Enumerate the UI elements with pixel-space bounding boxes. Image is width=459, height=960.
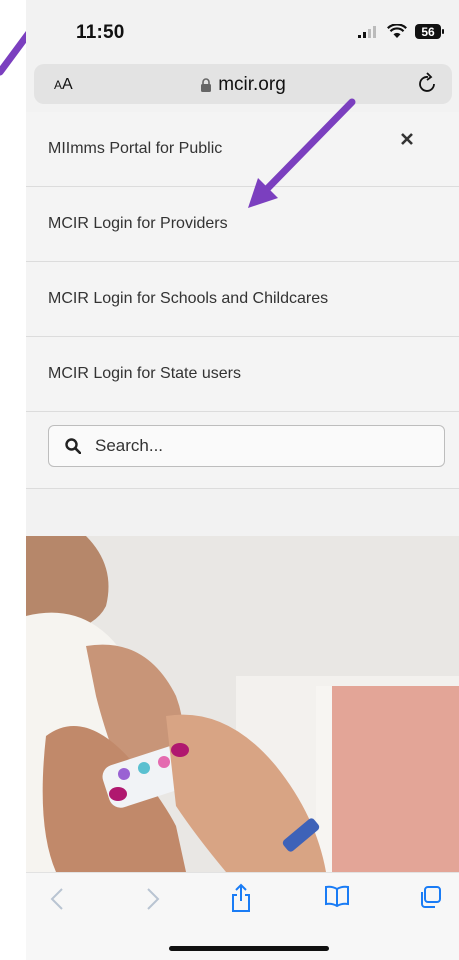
menu-item-label: MCIR Login for State users bbox=[48, 365, 241, 382]
menu-item-label: MCIR Login for Schools and Childcares bbox=[48, 290, 329, 307]
menu-item-login-state-users[interactable]: MCIR Login for State users bbox=[26, 337, 459, 412]
search-placeholder: Search... bbox=[95, 436, 164, 455]
home-indicator bbox=[169, 946, 329, 951]
menu-item-login-schools-childcares[interactable]: MCIR Login for Schools and Childcares bbox=[26, 262, 459, 337]
hero-photo-child-bandage bbox=[26, 536, 459, 872]
share-icon[interactable] bbox=[230, 883, 252, 913]
annotation-arrow-menu bbox=[248, 98, 356, 208]
tabs-icon[interactable] bbox=[418, 885, 442, 909]
hero-image bbox=[26, 536, 459, 872]
search-section: Search... bbox=[26, 412, 459, 489]
search-input[interactable]: Search... bbox=[48, 425, 445, 467]
forward-icon[interactable] bbox=[146, 887, 160, 911]
bookmarks-icon[interactable] bbox=[324, 885, 350, 907]
search-icon bbox=[65, 438, 81, 454]
back-icon[interactable] bbox=[50, 887, 64, 911]
phone-screen: 11:50 56 AA mcir.org MIImms Portal for P… bbox=[26, 0, 459, 960]
